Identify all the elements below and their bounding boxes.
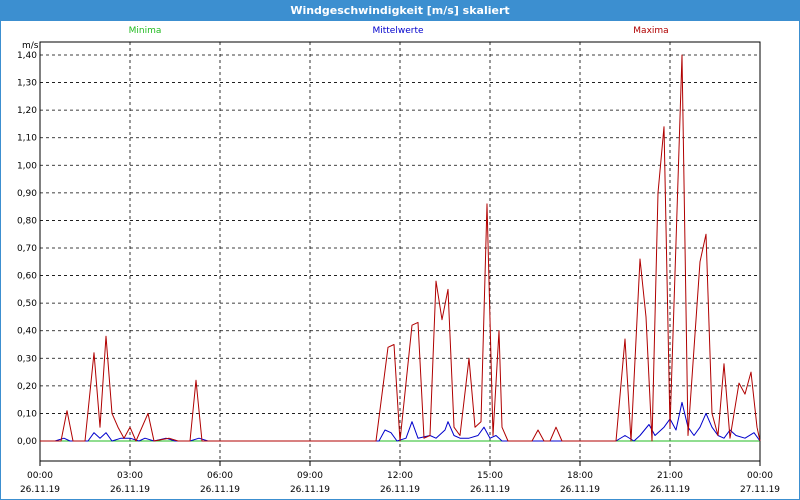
legend: Minima Mittelwerte Maxima (129, 26, 669, 36)
legend-mittelwerte: Mittelwerte (372, 26, 423, 36)
x-tick-date: 26.11.19 (200, 485, 240, 495)
x-tick-date: 26.11.19 (380, 485, 420, 495)
x-tick-date: 26.11.19 (290, 485, 330, 495)
x-tick-date: 27.11.19 (740, 485, 780, 495)
x-tick-time: 21:00 (657, 471, 683, 481)
y-tick-label: 1,30 (17, 79, 37, 89)
x-axis: 00:00 26.11.19 03:00 26.11.19 06:00 26.11.19 0… (20, 461, 780, 495)
x-tick-date: 26.11.19 (110, 485, 150, 495)
y-tick-label: 1,40 (17, 51, 37, 61)
y-tick-label: 0,20 (17, 382, 37, 392)
y-tick-label: 0,10 (17, 409, 37, 419)
y-tick-label: 0,80 (17, 216, 37, 226)
y-tick-label: 0,60 (17, 272, 37, 282)
x-tick-time: 00:00 (747, 471, 773, 481)
y-tick-label: 0,70 (17, 244, 37, 254)
x-tick-time: 03:00 (117, 471, 143, 481)
grid-lines (40, 42, 760, 461)
x-tick-date: 26.11.19 (560, 485, 600, 495)
x-tick-time: 18:00 (567, 471, 593, 481)
x-tick-time: 12:00 (387, 471, 413, 481)
y-axis-unit: m/s (22, 41, 39, 51)
y-axis: 0,00 0,10 0,20 0,30 0,40 0,50 0,60 0,70 0,80 0,90… (17, 51, 37, 447)
y-tick-label: 1,00 (17, 161, 37, 171)
y-tick-label: 0,00 (17, 437, 37, 447)
x-tick-time: 09:00 (297, 471, 323, 481)
x-tick-time: 15:00 (477, 471, 503, 481)
y-tick-label: 0,30 (17, 354, 37, 364)
y-tick-label: 0,90 (17, 189, 37, 199)
wind-speed-chart: 0,00 0,10 0,20 0,30 0,40 0,50 0,60 0,70 0,80 0,90… (17, 26, 780, 495)
legend-minima: Minima (129, 26, 162, 36)
x-tick-time: 06:00 (207, 471, 233, 481)
x-tick-date: 26.11.19 (470, 485, 510, 495)
x-tick-date: 26.11.19 (20, 485, 60, 495)
x-tick-time: 00:00 (27, 471, 53, 481)
x-tick-date: 26.11.19 (650, 485, 690, 495)
y-tick-label: 0,50 (17, 299, 37, 309)
y-tick-label: 0,40 (17, 327, 37, 337)
y-tick-label: 1,10 (17, 134, 37, 144)
y-tick-label: 1,20 (17, 106, 37, 116)
legend-maxima: Maxima (633, 26, 668, 36)
